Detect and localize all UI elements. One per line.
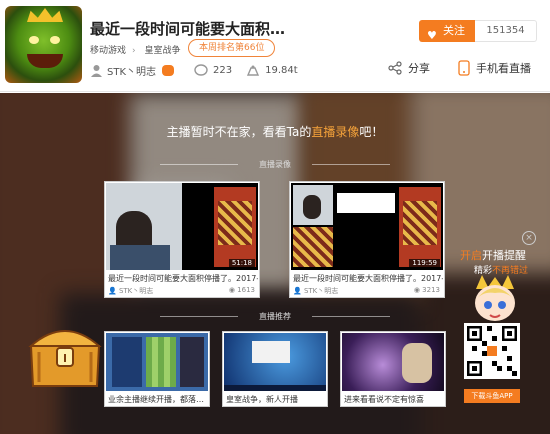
replay-card[interactable]: 51:18 最近一段时间可能要大面积停播了。2017-… 👤 STK丶明志 ◉ … bbox=[104, 181, 260, 298]
thumb-panel bbox=[180, 337, 204, 387]
room-header: 最近一段时间可能要大面积… 移动游戏 › 皇室战争 本周排名第66位 STK丶明志… bbox=[0, 0, 550, 92]
heart-icon: ♥ bbox=[427, 29, 437, 42]
replay-views: ◉ 3213 bbox=[414, 286, 440, 294]
avatar-eye bbox=[29, 36, 39, 44]
qr-code bbox=[464, 323, 520, 379]
reminder-accent: 开启 bbox=[460, 249, 482, 262]
recommend-card[interactable]: 业余主播继续开播，都落… bbox=[104, 331, 210, 407]
thumb-window bbox=[337, 193, 395, 213]
replay-view-count: 1613 bbox=[237, 286, 255, 294]
recommend-caption[interactable]: 业余主播继续开播，都落… bbox=[108, 394, 208, 405]
offline-message-suffix: 吧！ bbox=[359, 125, 384, 139]
replay-card[interactable]: 119:59 最近一段时间可能要大面积停播了。2017-… 👤 STK丶明志 ◉… bbox=[289, 181, 445, 298]
close-icon[interactable]: × bbox=[522, 231, 536, 245]
follow-label: 关注 bbox=[443, 24, 465, 37]
recommend-section-title: 直播推荐 bbox=[160, 311, 390, 322]
user-icon: 👤 bbox=[108, 287, 117, 295]
eye-icon: ◉ bbox=[413, 286, 420, 294]
replay-author-name: STK丶明志 bbox=[118, 287, 154, 295]
replay-views: ◉ 1613 bbox=[229, 286, 255, 294]
recommend-card[interactable]: 进来看看说不定有惊喜 bbox=[340, 331, 446, 407]
thumb-person bbox=[303, 195, 321, 219]
thumb-cards bbox=[218, 201, 252, 245]
game-link[interactable]: 皇室战争 bbox=[145, 46, 181, 56]
share-label: 分享 bbox=[408, 62, 430, 75]
recommend-card[interactable]: 皇室战争，新人开播 bbox=[222, 331, 328, 407]
avatar-eye bbox=[50, 36, 60, 44]
replays-section-title: 直播录像 bbox=[160, 159, 390, 170]
replay-author-name: STK丶明志 bbox=[303, 287, 339, 295]
recommend-thumbnail[interactable] bbox=[342, 333, 444, 391]
replay-author: 👤 STK丶明志 bbox=[108, 286, 153, 296]
user-icon: 👤 bbox=[293, 287, 302, 295]
mascot-icon bbox=[475, 275, 515, 321]
room-stats: STK丶明志 223 19.84t bbox=[90, 62, 298, 78]
treasure-chest-icon[interactable] bbox=[25, 316, 105, 390]
download-app-button[interactable]: 下载斗鱼APP bbox=[464, 389, 520, 403]
thumb-cards bbox=[293, 227, 333, 267]
replay-caption[interactable]: 最近一段时间可能要大面积停播了。2017-… bbox=[293, 273, 443, 284]
room-title: 最近一段时间可能要大面积… bbox=[90, 20, 286, 38]
watch-on-phone-button[interactable]: 手机看直播 bbox=[458, 60, 531, 76]
thumb-taskbar bbox=[224, 385, 326, 391]
replay-thumbnail[interactable]: 119:59 bbox=[291, 183, 443, 270]
replay-thumbnail[interactable]: 51:18 bbox=[106, 183, 258, 270]
player-offline-area: 主播暂时不在家，看看Ta的直播录像吧！ 直播录像 51:18 最近一段时间可能要… bbox=[0, 93, 550, 434]
user-icon bbox=[91, 64, 102, 77]
weight-value: 19.84t bbox=[265, 64, 298, 76]
replay-caption[interactable]: 最近一段时间可能要大面积停播了。2017-… bbox=[108, 273, 258, 284]
follow-button[interactable]: ♥ 关注 bbox=[419, 20, 475, 42]
breadcrumb-separator: › bbox=[132, 46, 136, 56]
replay-duration: 119:59 bbox=[409, 259, 440, 267]
offline-message-text: 主播暂时不在家，看看Ta的 bbox=[166, 125, 312, 139]
weekly-rank-badge[interactable]: 本周排名第66位 bbox=[188, 39, 276, 57]
weight-icon bbox=[247, 65, 260, 76]
phone-label: 手机看直播 bbox=[476, 62, 531, 75]
phone-icon bbox=[458, 60, 470, 76]
reminder-line-1: 开启开播提醒 bbox=[460, 247, 526, 263]
recommend-caption[interactable]: 进来看看说不定有惊喜 bbox=[344, 394, 444, 405]
offline-message: 主播暂时不在家，看看Ta的直播录像吧！ bbox=[0, 123, 550, 140]
recommend-thumbnail[interactable] bbox=[224, 333, 326, 391]
streamer-avatar[interactable] bbox=[5, 6, 82, 83]
thumb-shirt bbox=[110, 245, 170, 270]
thumb-figure bbox=[402, 343, 432, 383]
message-icon bbox=[194, 63, 208, 76]
chat-icon bbox=[162, 64, 175, 76]
thumb-window bbox=[252, 341, 290, 363]
thumb-cards bbox=[403, 201, 437, 245]
replay-link[interactable]: 直播录像 bbox=[311, 125, 359, 139]
app-download-panel: × 开启开播提醒 精彩不再错过 下载斗鱼APP bbox=[446, 231, 548, 417]
replay-duration: 51:18 bbox=[228, 259, 255, 267]
share-button[interactable]: 分享 bbox=[388, 60, 430, 76]
avatar-mouth bbox=[27, 54, 63, 68]
breadcrumb: 移动游戏 › 皇室战争 bbox=[90, 43, 187, 56]
recommend-caption[interactable]: 皇室战争，新人开播 bbox=[226, 394, 326, 405]
recommend-thumbnail[interactable] bbox=[106, 333, 208, 391]
message-count: 223 bbox=[213, 64, 233, 76]
eye-icon: ◉ bbox=[228, 286, 235, 294]
qr-pattern bbox=[467, 326, 517, 376]
reminder-text: 开播提醒 bbox=[482, 249, 526, 262]
thumb-field bbox=[146, 337, 176, 387]
replay-author: 👤 STK丶明志 bbox=[293, 286, 338, 296]
share-icon bbox=[388, 61, 402, 75]
follow-count: 151354 bbox=[475, 20, 537, 42]
crown-icon bbox=[27, 8, 63, 22]
category-link[interactable]: 移动游戏 bbox=[90, 46, 126, 56]
replay-view-count: 3213 bbox=[422, 286, 440, 294]
streamer-name[interactable]: STK丶明志 bbox=[107, 63, 156, 78]
thumb-panel bbox=[112, 337, 142, 387]
